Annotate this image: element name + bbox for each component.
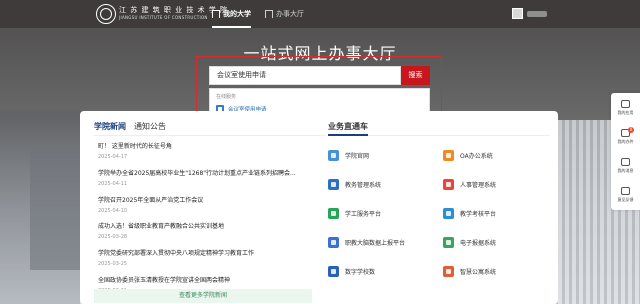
biz-link-e-receipt[interactable]: 电子报据系统 bbox=[443, 236, 548, 248]
biz-label: 学工服务平台 bbox=[345, 210, 382, 218]
biz-label: 人事管理系统 bbox=[460, 181, 497, 189]
news-tabs: 学院新闻 通知公告 bbox=[94, 121, 166, 132]
biz-label: OA办公系统 bbox=[460, 152, 493, 160]
business-grid: 学院官网 OA办公系统 教务管理系统 人事管理系统 学工服务平台 教学考核平台 … bbox=[328, 149, 548, 277]
main-nav: 我的大学 办事大厅 bbox=[212, 0, 304, 28]
teaching-icon bbox=[443, 207, 454, 219]
biz-label: 教务管理系统 bbox=[345, 181, 382, 189]
news-title[interactable]: 学院党委研究部署深入贯彻中央八项规定精神学习教育工作 bbox=[98, 248, 318, 257]
biz-link-digital-school[interactable]: 数字学校数 bbox=[328, 265, 443, 277]
top-header: 江 苏 建 筑 职 业 技 术 学 院 JIANGSU INSTITUTE OF… bbox=[0, 0, 640, 28]
biz-label: 教学考核平台 bbox=[460, 210, 497, 218]
news-title[interactable]: 成功入选！省级职业教育产教融合公共实训基地 bbox=[98, 221, 318, 230]
data-icon bbox=[328, 236, 339, 248]
float-label: 意见反馈 bbox=[617, 196, 634, 202]
biz-link-student[interactable]: 学工服务平台 bbox=[328, 207, 443, 219]
news-title[interactable]: 全国政协委员张玉清教授在学院宣讲全国两会精神 bbox=[98, 275, 318, 284]
news-title[interactable]: 学院召开2025年全面从严治党工作会议 bbox=[98, 195, 318, 204]
receipt-icon bbox=[443, 236, 454, 248]
biz-link-website[interactable]: 学院官网 bbox=[328, 149, 443, 161]
biz-label: 职教大脑数据上报平台 bbox=[345, 239, 406, 247]
float-feedback[interactable]: 意见反馈 bbox=[611, 180, 640, 209]
nav-label: 办事大厅 bbox=[276, 10, 304, 18]
person-icon bbox=[443, 178, 454, 190]
student-icon bbox=[328, 207, 339, 219]
float-my-messages[interactable]: 我的消息 bbox=[611, 151, 640, 180]
news-date: 2025-03-28 bbox=[98, 234, 128, 241]
news-date: 2025-03-25 bbox=[98, 261, 128, 268]
count-badge: 0 bbox=[628, 127, 634, 133]
list-item[interactable]: 学院举办全省2025届高校毕业生"1268"行动计划重点产业链系列招聘会... … bbox=[98, 168, 318, 190]
nav-service-hall[interactable]: 办事大厅 bbox=[265, 0, 304, 28]
content-card: 学院新闻 通知公告 町！ 这里新时代的长征号角 2025-04-17 学院举办全… bbox=[80, 111, 558, 304]
user-name-blurred bbox=[527, 10, 547, 17]
globe-icon bbox=[328, 149, 339, 161]
biz-label: 数字学校数 bbox=[345, 268, 376, 276]
nav-my-university[interactable]: 我的大学 bbox=[212, 0, 251, 28]
suggest-category: 在线服务 bbox=[216, 94, 237, 100]
float-my-cases[interactable]: 0 我的办件 bbox=[611, 122, 640, 151]
news-date: 2025-04-10 bbox=[98, 207, 128, 214]
news-title[interactable]: 学院举办全省2025届高校毕业生"1268"行动计划重点产业链系列招聘会... bbox=[98, 168, 318, 177]
tab-notices[interactable]: 通知公告 bbox=[134, 121, 166, 132]
biz-label: 智慧公寓系统 bbox=[460, 268, 497, 276]
search-input[interactable]: 会议室使用申请 bbox=[209, 66, 401, 85]
news-date: 2025-04-17 bbox=[98, 154, 128, 160]
list-item[interactable]: 学院党委研究部署深入贯彻中央八项规定精神学习教育工作 2025-03-25 bbox=[98, 248, 318, 270]
float-my-apps[interactable]: 我的应用 bbox=[611, 93, 640, 122]
home-icon bbox=[212, 10, 220, 18]
biz-label: 学院官网 bbox=[345, 152, 370, 160]
news-date: 2025-04-11 bbox=[98, 180, 128, 187]
divider bbox=[94, 135, 326, 136]
more-news-button[interactable]: 查看更多学院新闻 bbox=[94, 289, 312, 303]
service-icon bbox=[265, 10, 273, 18]
search-button[interactable]: 搜索 bbox=[401, 66, 430, 85]
divider bbox=[328, 134, 550, 136]
float-label: 我的应用 bbox=[617, 109, 634, 115]
list-item[interactable]: 成功入选！省级职业教育产教融合公共实训基地 2025-03-28 bbox=[98, 221, 318, 243]
tab-college-news[interactable]: 学院新闻 bbox=[94, 121, 126, 132]
school-logo-icon[interactable] bbox=[96, 4, 116, 24]
biz-link-apartment[interactable]: 智慧公寓系统 bbox=[443, 265, 548, 277]
avatar[interactable] bbox=[512, 8, 523, 19]
apps-icon bbox=[621, 99, 630, 108]
float-label: 我的消息 bbox=[617, 167, 634, 173]
news-title[interactable]: 町！ 这里新时代的长征号角 bbox=[98, 141, 318, 150]
list-item[interactable]: 町！ 这里新时代的长征号角 2025-04-17 bbox=[98, 141, 318, 163]
academic-icon bbox=[328, 178, 339, 190]
biz-label: 电子报据系统 bbox=[460, 239, 497, 247]
float-label: 我的办件 bbox=[617, 138, 634, 144]
biz-link-teaching[interactable]: 教学考核平台 bbox=[443, 207, 548, 219]
biz-link-academic[interactable]: 教务管理系统 bbox=[328, 178, 443, 190]
right-float-bar: 我的应用 0 我的办件 我的消息 意见反馈 bbox=[611, 93, 640, 210]
biz-link-oa[interactable]: OA办公系统 bbox=[443, 149, 548, 161]
oa-icon bbox=[443, 149, 454, 161]
nav-label: 我的大学 bbox=[223, 10, 251, 18]
feedback-icon bbox=[621, 186, 630, 195]
news-list: 町！ 这里新时代的长征号角 2025-04-17 学院举办全省2025届高校毕业… bbox=[98, 141, 318, 302]
school-icon bbox=[328, 265, 339, 277]
biz-link-data-report[interactable]: 职教大脑数据上报平台 bbox=[328, 236, 443, 248]
user-menu[interactable] bbox=[512, 8, 547, 19]
list-item[interactable]: 学院召开2025年全面从严治党工作会议 2025-04-10 bbox=[98, 195, 318, 217]
apartment-icon bbox=[443, 265, 454, 277]
business-section-title: 业务直通车 bbox=[328, 122, 368, 131]
biz-link-hr[interactable]: 人事管理系统 bbox=[443, 178, 548, 190]
message-icon bbox=[621, 157, 630, 166]
school-name-en: JIANGSU INSTITUTE OF CONSTRUCTION bbox=[119, 15, 208, 20]
